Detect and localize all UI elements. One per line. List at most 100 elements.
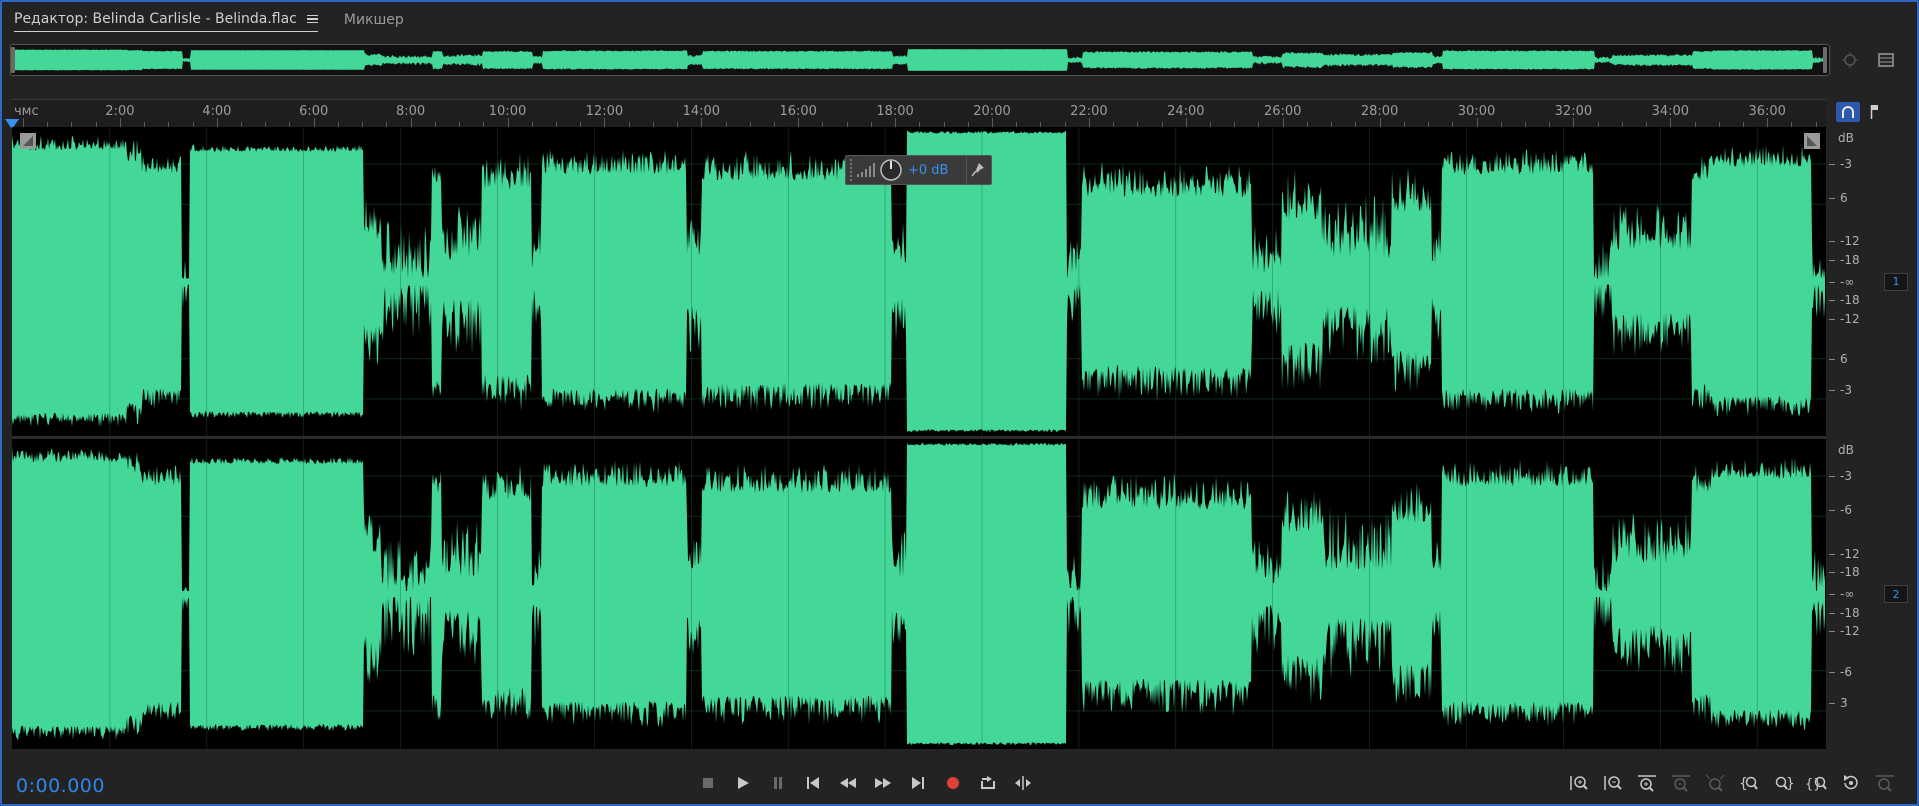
channel-waveform bbox=[12, 442, 1825, 746]
ruler-label: 28:00 bbox=[1360, 104, 1399, 119]
overview-waveform bbox=[13, 49, 1826, 71]
pause-button[interactable] bbox=[760, 771, 795, 795]
db-tick bbox=[1829, 281, 1835, 283]
zoom-in-amplitude-icon bbox=[1570, 776, 1588, 790]
db-label: -12 bbox=[1840, 311, 1860, 326]
db-tick bbox=[1829, 241, 1835, 243]
db-tick bbox=[1829, 259, 1835, 261]
tab-mixer[interactable]: Микшер bbox=[344, 8, 404, 32]
rewind-icon bbox=[839, 778, 856, 788]
db-label: -12 bbox=[1840, 234, 1860, 249]
ruler-tick bbox=[119, 118, 121, 127]
zoom-reset-button[interactable] bbox=[1834, 771, 1868, 795]
tab-editor[interactable]: Редактор: Belinda Carlisle - Belinda.fla… bbox=[14, 8, 318, 32]
ruler-tick bbox=[1185, 118, 1187, 127]
rewind-button[interactable] bbox=[830, 771, 865, 795]
monitor-input-icon[interactable] bbox=[1836, 102, 1860, 122]
db-tick bbox=[1829, 572, 1835, 574]
panel-menu-icon[interactable] bbox=[306, 14, 318, 24]
overview-right-handle[interactable] bbox=[1823, 47, 1827, 73]
volume-value[interactable]: +0 dB bbox=[908, 163, 962, 178]
zoom-out-amplitude-icon bbox=[1604, 776, 1622, 790]
time-ruler[interactable]: чмс 2:00 4:00 6:00 8:00 10:00 12:00 14:00 16:00… bbox=[12, 99, 1826, 127]
go-to-end-icon bbox=[911, 777, 924, 789]
current-time[interactable]: 0:00.000 bbox=[16, 775, 105, 797]
zoom-in-left-button[interactable]: { bbox=[1732, 771, 1766, 795]
zoom-out-full-button[interactable] bbox=[1664, 771, 1698, 795]
waveform-display[interactable] bbox=[12, 127, 1826, 749]
ruler-label: 14:00 bbox=[682, 104, 721, 119]
amplitude-scale[interactable]: dB -3 6 -12 -18 -∞ -18 -12 6 -3 1 dB -3 -6 -12 -18 -∞ -18… bbox=[1828, 127, 1919, 749]
db-label: -12 bbox=[1840, 546, 1860, 561]
zoom-in-right-button[interactable]: } bbox=[1766, 771, 1800, 795]
db-tick bbox=[1829, 198, 1835, 200]
ruler-label: 32:00 bbox=[1554, 104, 1593, 119]
ruler-label: 34:00 bbox=[1651, 104, 1690, 119]
fade-in-handle-icon[interactable] bbox=[20, 133, 36, 149]
channel-divider[interactable] bbox=[12, 436, 1826, 439]
db-label: -12 bbox=[1840, 624, 1860, 639]
zoom-in-time-button[interactable] bbox=[1630, 771, 1664, 795]
level-meter-icon bbox=[857, 163, 875, 177]
ruler-tick bbox=[992, 118, 993, 127]
record-button[interactable] bbox=[935, 771, 970, 795]
stop-button[interactable] bbox=[690, 771, 725, 795]
fast-forward-button[interactable] bbox=[865, 771, 900, 795]
spectral-display-icon[interactable] bbox=[1876, 50, 1896, 70]
ruler-tick bbox=[1767, 118, 1769, 127]
skip-selection-button[interactable] bbox=[1005, 771, 1040, 795]
db-tick bbox=[1829, 631, 1835, 633]
db-tick bbox=[1829, 702, 1835, 704]
zoom-out-time-icon bbox=[1876, 775, 1894, 792]
db-label: -∞ bbox=[1840, 587, 1855, 601]
ruler-tick bbox=[1088, 118, 1090, 127]
ruler-label: 2:00 bbox=[105, 104, 135, 119]
ruler-label: 6:00 bbox=[299, 104, 329, 119]
zoom-out-time-button[interactable] bbox=[1868, 771, 1902, 795]
transport-controls bbox=[690, 771, 1040, 795]
marker-pin-icon[interactable] bbox=[1866, 102, 1882, 122]
ruler-tick bbox=[1379, 118, 1381, 127]
zoom-in-time-icon bbox=[1638, 775, 1656, 792]
ruler-tick bbox=[895, 118, 897, 127]
volume-knob-icon[interactable] bbox=[878, 157, 904, 183]
volume-hud[interactable]: +0 dB bbox=[845, 155, 992, 185]
zoom-selection-icon: {} bbox=[1805, 776, 1827, 792]
loop-button[interactable] bbox=[970, 771, 1005, 795]
db-tick bbox=[1829, 164, 1835, 166]
ruler-label: 20:00 bbox=[973, 104, 1011, 119]
skip-selection-icon bbox=[1014, 776, 1031, 790]
pin-hud-icon[interactable] bbox=[967, 160, 989, 180]
zoom-in-amplitude-button[interactable] bbox=[1562, 771, 1596, 795]
go-to-end-button[interactable] bbox=[900, 771, 935, 795]
loop-icon bbox=[980, 776, 995, 789]
zoom-navigator-icon[interactable] bbox=[1840, 50, 1860, 70]
channel-1-badge[interactable]: 1 bbox=[1884, 272, 1908, 291]
db-tick bbox=[1829, 612, 1835, 614]
db-tick bbox=[1829, 300, 1835, 302]
fade-out-handle-icon[interactable] bbox=[1804, 133, 1820, 149]
tab-editor-label: Редактор: Belinda Carlisle - Belinda.fla… bbox=[14, 10, 297, 27]
db-label: -3 bbox=[1840, 469, 1852, 484]
play-button[interactable] bbox=[725, 771, 760, 795]
overview-navigator[interactable] bbox=[10, 44, 1830, 76]
overview-left-handle[interactable] bbox=[11, 47, 15, 73]
ruler-label: 26:00 bbox=[1263, 104, 1302, 119]
channel-2-badge[interactable]: 2 bbox=[1884, 585, 1908, 603]
ruler-tick bbox=[1476, 118, 1478, 127]
db-label: -6 bbox=[1840, 664, 1852, 679]
ruler-label: 16:00 bbox=[779, 104, 817, 119]
play-icon bbox=[737, 777, 749, 789]
db-label: 6 bbox=[1840, 191, 1848, 206]
channel-2-db-header: dB bbox=[1838, 443, 1854, 457]
zoom-to-selection-icon bbox=[1705, 774, 1725, 792]
db-tick bbox=[1829, 671, 1835, 673]
zoom-selection-button[interactable]: {} bbox=[1800, 771, 1834, 795]
zoom-out-amplitude-button[interactable] bbox=[1596, 771, 1630, 795]
ruler-label: 22:00 bbox=[1070, 104, 1108, 119]
tab-mixer-label: Микшер bbox=[343, 12, 404, 28]
go-to-start-button[interactable] bbox=[795, 771, 830, 795]
zoom-to-selection-button[interactable] bbox=[1698, 771, 1732, 795]
ruler-tick bbox=[1573, 118, 1575, 127]
ruler-label: 10:00 bbox=[488, 104, 527, 119]
